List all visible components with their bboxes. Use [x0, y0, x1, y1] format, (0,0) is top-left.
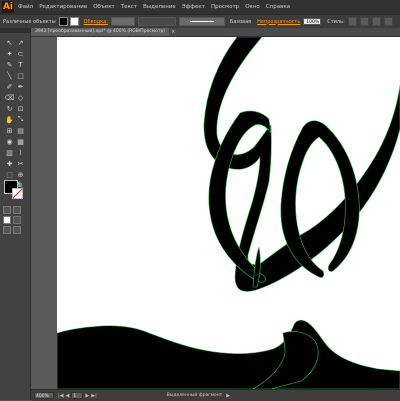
scale-tool-icon[interactable]: ⊡ — [15, 103, 26, 114]
transform-icon[interactable] — [371, 17, 381, 26]
document-tab-bar: 3943 [преобразованный].eps* @ 400% (RGB/… — [31, 28, 400, 37]
tools-panel-header[interactable] — [0, 28, 30, 33]
color-mode-buttons — [3, 206, 27, 234]
selection-type-label: Различные объекты — [3, 18, 56, 25]
style-label: Стиль: — [327, 18, 345, 25]
rotate-tool-icon[interactable]: ↻ — [4, 103, 15, 114]
menu-help[interactable]: Справка — [266, 4, 290, 10]
stroke-swatch[interactable] — [69, 17, 79, 26]
status-message: Выделенный фрагмент — [166, 393, 223, 398]
blend-tool-icon[interactable]: ⌇ — [15, 147, 26, 158]
stroke-weight-field[interactable] — [110, 17, 135, 26]
type-tool-icon[interactable]: T — [15, 59, 26, 70]
first-artboard-icon[interactable]: |◀ — [58, 393, 64, 399]
next-artboard-icon[interactable]: ▶ — [85, 393, 89, 399]
draw-normal-icon[interactable] — [13, 216, 21, 224]
rectangle-tool-icon[interactable]: □ — [15, 70, 26, 81]
eyedropper-tool-icon[interactable]: ▥ — [4, 147, 15, 158]
lasso-tool-icon[interactable]: ⊂ — [15, 48, 26, 59]
status-menu-arrow-icon[interactable]: ▶ — [226, 393, 230, 399]
variable-width-field[interactable] — [137, 17, 176, 26]
perspective-grid-tool-icon[interactable]: ▤ — [15, 125, 26, 136]
direct-selection-tool-icon[interactable]: ↗ — [15, 37, 26, 48]
tools-panel: ↖ ↗ ✦ ⊂ ✎ T ╲ □ ✐ ✒ ⌫ ◇ ↻ ⊡ ✋ ⤡ ⊞ ▤ ◉ ▦ … — [0, 28, 31, 400]
none-mode-icon[interactable] — [3, 216, 11, 224]
align-icon[interactable] — [359, 17, 369, 26]
options-icon[interactable] — [383, 17, 393, 26]
menu-object[interactable]: Объект — [93, 4, 115, 10]
pen-tool-icon[interactable]: ✎ — [4, 59, 15, 70]
color-mode-icon[interactable] — [3, 206, 11, 214]
selection-tool-icon[interactable]: ↖ — [4, 37, 15, 48]
last-artboard-icon[interactable]: ▶| — [91, 393, 97, 399]
artboard-number-field[interactable]: 1 — [71, 392, 84, 399]
magic-wand-tool-icon[interactable]: ✦ — [4, 48, 15, 59]
opacity-field[interactable]: 100% — [303, 18, 322, 25]
stroke-label[interactable]: Обводка: — [84, 19, 108, 25]
menu-file[interactable]: Файл — [18, 4, 33, 10]
menu-select[interactable]: Выделение — [143, 4, 176, 10]
stroke-color-box[interactable] — [12, 188, 23, 199]
free-transform-tool-icon[interactable]: ⤡ — [15, 114, 26, 125]
close-icon[interactable]: × — [171, 29, 175, 35]
paintbrush-tool-icon[interactable]: ✐ — [4, 81, 15, 92]
brush-stroke-preview — [189, 21, 214, 22]
menu-window[interactable]: Окно — [245, 4, 260, 10]
brush-definition-field[interactable] — [178, 17, 225, 26]
zoom-field[interactable]: 400% — [34, 392, 54, 399]
shape-builder-tool-icon[interactable]: ⊞ — [4, 125, 15, 136]
pencil-tool-icon[interactable]: ✒ — [15, 81, 26, 92]
screen-mode-icon[interactable] — [13, 226, 21, 234]
prev-artboard-icon[interactable]: ◀ — [66, 393, 70, 399]
status-bar: 400% |◀ ◀ 1 ▶ ▶| Выделенный фрагмент ▶ — [31, 389, 400, 401]
fill-stroke-control[interactable] — [4, 180, 26, 200]
symbol-sprayer-tool-icon[interactable]: ✚ — [4, 158, 15, 169]
mesh-tool-icon[interactable]: ◉ — [4, 136, 15, 147]
brush-label: Базовая — [229, 18, 252, 25]
fill-swatch[interactable] — [58, 17, 68, 26]
document-tab[interactable]: 3943 [преобразованный].eps* @ 400% (RGB/… — [31, 28, 170, 36]
artboard[interactable] — [57, 37, 400, 389]
eraser-tool-icon[interactable]: ⌫ — [4, 92, 15, 103]
menu-view[interactable]: Просмотр — [211, 4, 239, 10]
gradient-mode-icon[interactable] — [13, 206, 21, 214]
style-picker[interactable] — [347, 17, 357, 26]
blob-brush-tool-icon[interactable]: ◇ — [15, 92, 26, 103]
artwork-canvas[interactable] — [57, 37, 400, 389]
scissors-tool-icon[interactable]: ✂ — [15, 158, 26, 169]
menu-bar: Ai Файл Редактирование Объект Текст Выде… — [0, 0, 400, 14]
app-logo: Ai — [2, 1, 14, 13]
menu-edit[interactable]: Редактирование — [39, 4, 87, 10]
tools-grid: ↖ ↗ ✦ ⊂ ✎ T ╲ □ ✐ ✒ ⌫ ◇ ↻ ⊡ ✋ ⤡ ⊞ ▤ ◉ ▦ … — [4, 37, 26, 191]
draw-behind-icon[interactable] — [3, 226, 11, 234]
canvas-area[interactable] — [31, 37, 400, 389]
opacity-label[interactable]: Непрозрачность — [257, 19, 300, 25]
gradient-tool-icon[interactable]: ▦ — [15, 136, 26, 147]
control-bar: Различные объекты Обводка: Базовая Непро… — [0, 14, 400, 29]
warp-tool-icon[interactable]: ✋ — [4, 114, 15, 125]
menu-effect[interactable]: Эффект — [182, 4, 205, 10]
line-tool-icon[interactable]: ╲ — [4, 70, 15, 81]
ground-stem-shape[interactable] — [57, 319, 400, 389]
artboard-tool-icon[interactable]: ⬚ — [4, 169, 15, 180]
menu-type[interactable]: Текст — [121, 4, 137, 10]
slice-tool-icon[interactable]: ⊕ — [15, 169, 26, 180]
inner-right-petal-shape[interactable] — [280, 120, 360, 278]
